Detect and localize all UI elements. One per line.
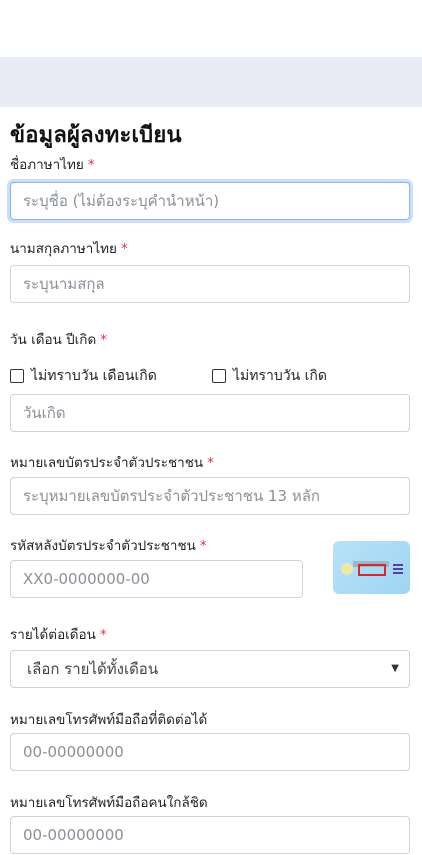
caret-down-icon: ▼: [391, 663, 399, 674]
birth-date-label: วัน เดือน ปีเกิด *: [10, 332, 107, 348]
relative-phone-label: หมายเลขโทรศัพท์มือถือคนใกล้ชิด: [10, 795, 208, 811]
phone-input[interactable]: [10, 733, 410, 771]
checkbox-box[interactable]: [10, 369, 24, 383]
top-spacer: [0, 0, 422, 57]
id-card-back-icon[interactable]: [333, 541, 410, 594]
required-mark: *: [207, 455, 214, 471]
income-label: รายได้ต่อเดือน *: [10, 627, 107, 643]
required-mark: *: [120, 241, 128, 257]
unknown-day-checkbox[interactable]: ไม่ทราบวัน เกิด: [212, 365, 327, 387]
required-mark: *: [100, 332, 107, 348]
last-name-label: นามสกุลภาษาไทย *: [10, 241, 128, 257]
last-name-input[interactable]: [10, 265, 410, 303]
header-band: [0, 57, 422, 107]
income-select[interactable]: เลือก รายได้ทั้งเดือน ▼: [10, 650, 410, 688]
laser-code-input[interactable]: [10, 560, 303, 598]
card-graphic: [341, 561, 403, 576]
required-mark: *: [87, 157, 95, 173]
unknown-day-month-checkbox[interactable]: ไม่ทราบวัน เดือนเกิด: [10, 365, 157, 387]
checkbox-box[interactable]: [212, 369, 226, 383]
first-name-label: ชื่อภาษาไทย *: [10, 157, 95, 173]
page-title: ข้อมูลผู้ลงทะเบียน: [10, 123, 182, 148]
laser-code-label: รหัสหลังบัตรประจำตัวประชาชน *: [10, 538, 207, 554]
id-card-input[interactable]: [10, 477, 410, 515]
relative-phone-input[interactable]: [10, 816, 410, 854]
required-mark: *: [99, 627, 107, 643]
first-name-input[interactable]: [10, 182, 410, 220]
required-mark: *: [199, 538, 207, 554]
phone-label: หมายเลขโทรศัพท์มือถือที่ติดต่อได้: [10, 712, 208, 728]
id-card-label: หมายเลขบัตรประจำตัวประชาชน *: [10, 455, 214, 471]
birth-date-input[interactable]: [10, 394, 410, 432]
